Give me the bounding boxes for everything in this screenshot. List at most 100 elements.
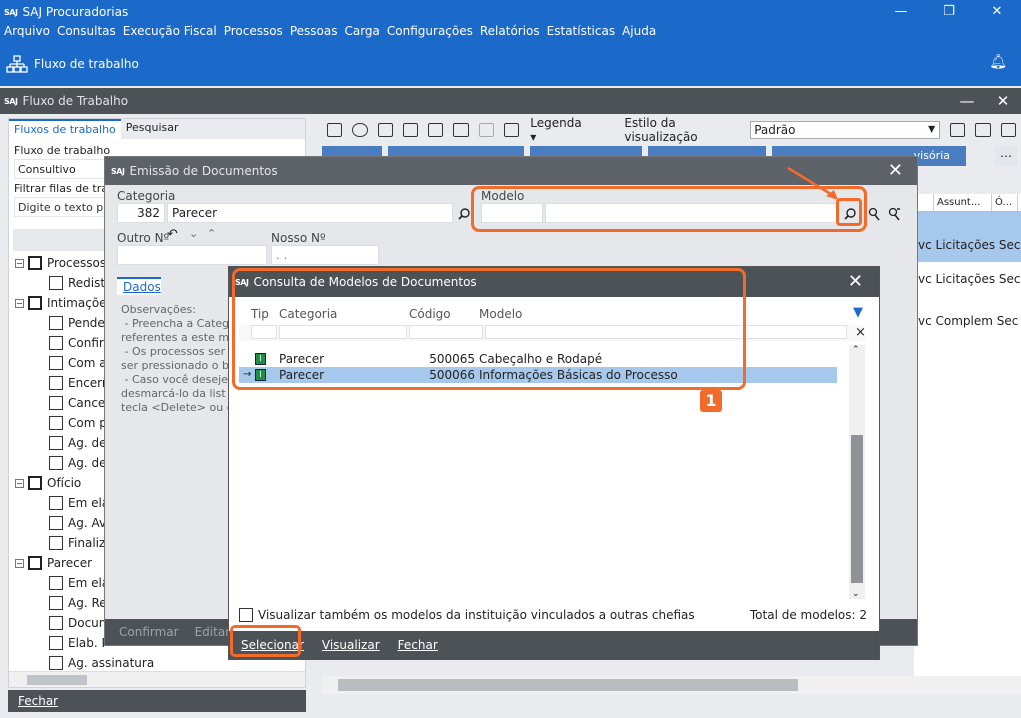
page-icon[interactable] [327,123,343,137]
menu-item[interactable]: Relatórios [480,24,540,44]
layout-alt-icon[interactable] [975,123,991,137]
categoria-code-input[interactable]: 382 [117,203,165,223]
document-icon [49,596,63,610]
fechar-button[interactable]: Fechar [398,638,438,652]
check-list-icon[interactable] [377,123,393,137]
search-document-icon[interactable] [503,123,520,137]
scroll-thumb[interactable] [851,435,863,583]
legenda-dropdown[interactable]: Legenda ▾ [530,116,588,144]
restore-icon[interactable]: ❐ [925,0,973,22]
menu-item[interactable]: Execução Fiscal [123,24,217,44]
grid-horizontal-scrollbar[interactable] [322,676,1021,694]
minimize-icon[interactable]: — [949,88,985,114]
refresh-icon[interactable] [352,123,368,137]
total-modelos: Total de modelos: 2 [749,608,867,622]
tree-item-label: Processos [47,256,107,270]
collapse-icon[interactable]: − [15,558,24,568]
scroll-thumb[interactable] [338,679,798,691]
grid-row[interactable]: vc Licitações Sec S [914,268,1021,290]
confirmar-button[interactable]: Confirmar [119,625,179,639]
tree-item-label: Ofício [47,476,82,490]
print-icon[interactable] [428,123,444,137]
document-icon [49,536,63,550]
left-footer: Fechar [8,690,306,712]
lock-icon[interactable] [478,123,494,137]
annotation-selecionar-box [230,625,301,657]
tree-item-label: Parecer [47,556,93,570]
scroll-thumb[interactable] [27,675,87,685]
menu-item[interactable]: Arquivo [4,24,50,44]
outro-input[interactable] [117,245,267,265]
tab-dados[interactable]: Dados [117,277,161,295]
annotation-number: 1 [700,390,722,412]
document-icon [49,416,63,430]
scroll-down-icon[interactable]: ⌄ [852,589,860,599]
grid-row[interactable]: vc Complem Sec S [914,310,1021,332]
menu-item[interactable]: Processos [224,24,283,44]
document-icon[interactable] [453,123,469,137]
collapse-icon[interactable]: − [15,298,24,308]
document-icon [49,436,63,450]
collapse-icon[interactable]: − [15,478,24,488]
fechar-button[interactable]: Fechar [18,694,58,708]
tab-pesquisar[interactable]: Pesquisar [121,119,184,139]
app-title: SAJ Procuradorias [22,5,129,19]
tree-item-label: Ag. assinatura [68,656,155,670]
document-icon [49,376,63,390]
close-icon[interactable]: ✕ [848,271,863,292]
grid-row[interactable]: vc Licitações Sec S [914,212,1021,262]
close-icon[interactable]: ✕ [973,0,1021,22]
modelos-vertical-scrollbar[interactable]: ⌃ ⌄ [849,345,865,599]
workflow-icon [6,55,28,73]
close-icon[interactable]: ✕ [888,160,903,181]
process-grid-header: Assunt... Ó... [914,194,1021,212]
nosso-input[interactable]: . . [271,245,379,265]
document-icon [49,356,63,370]
tab-fluxos[interactable]: Fluxos de trabalho [9,119,121,139]
clear-filter-icon[interactable]: × [855,325,866,340]
scroll-up-icon[interactable]: ⌃ [852,345,860,355]
search-filter-icon[interactable] [887,207,901,221]
bell-icon[interactable]: 🔔︎ [989,54,1007,70]
chevron-up-icon[interactable]: ⌃ [207,227,216,240]
undo-icon[interactable]: ↶ [167,227,178,242]
menu-item[interactable]: Carga [344,24,379,44]
chevron-down-icon[interactable]: ⌄ [189,227,198,240]
settings-grid-icon[interactable] [1000,123,1016,137]
estilo-select[interactable]: Padrão [750,121,941,139]
more-columns-button[interactable]: … [995,146,1017,166]
editar-button[interactable]: Editar [195,625,231,639]
categoria-label: Categoria [117,189,176,203]
outras-chefias-label: Visualizar também os modelos da institui… [258,608,695,622]
search-clear-icon[interactable] [867,207,881,221]
left-horizontal-scrollbar[interactable] [9,671,305,687]
workflow-shortcut[interactable]: Fluxo de trabalho [0,44,1021,84]
workflow-toolbar: Legenda ▾ Estilo da visualização Padrão [322,116,1021,144]
copy-icon[interactable] [402,123,419,137]
filter-icon[interactable]: ▼ [853,305,863,320]
menu-item[interactable]: Ajuda [622,24,656,44]
annotation-arrow-icon [787,166,838,200]
document-icon [49,496,63,510]
minimize-icon[interactable]: — [877,0,925,22]
close-icon[interactable]: ✕ [985,88,1021,114]
menu-item[interactable]: Pessoas [290,24,338,44]
outras-chefias-checkbox[interactable] [239,608,253,622]
layout-icon[interactable] [950,123,966,137]
document-icon [49,456,63,470]
menu-item[interactable]: Estatísticas [547,24,615,44]
grid-col-orgao[interactable]: Ó... [992,194,1018,211]
saj-logo: SAJ [4,7,18,17]
visualizar-button[interactable]: Visualizar [322,638,380,652]
menu-item[interactable]: Configurações [387,24,473,44]
folder-icon [28,476,42,490]
fluxo-window-title: Fluxo de Trabalho [22,94,129,108]
collapse-icon[interactable]: − [15,258,24,268]
document-icon [49,276,63,290]
grid-col-assunto[interactable]: Assunt... [934,194,992,211]
consulta-options: Visualizar também os modelos da institui… [239,605,869,625]
menu-item[interactable]: Consultas [57,24,116,44]
search-icon[interactable] [457,207,471,221]
categoria-name-input[interactable]: Parecer [167,203,453,223]
document-icon [49,576,63,590]
